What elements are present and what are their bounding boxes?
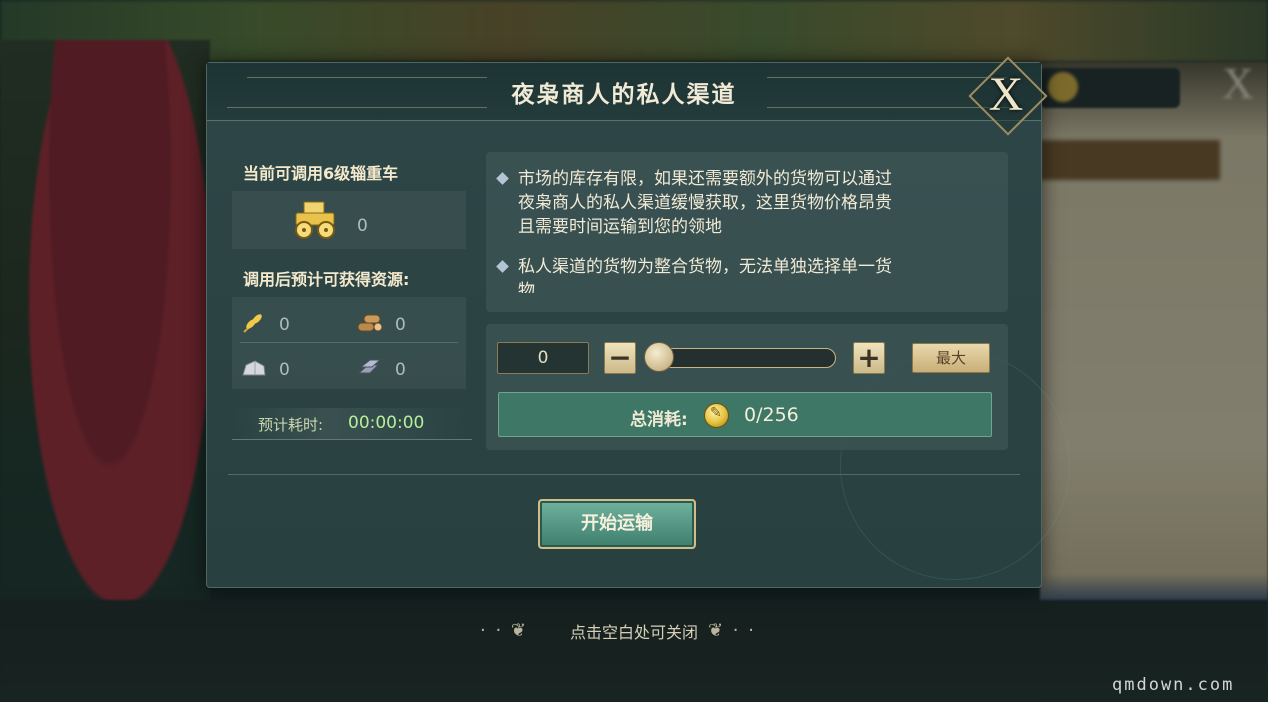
time-value: 00:00:00: [348, 413, 425, 433]
resources-label: 调用后预计可获得资源:: [243, 270, 410, 289]
divider: [228, 474, 1020, 475]
info-line: 且需要时间运输到您的领地: [518, 217, 722, 237]
stone-value: 0: [279, 360, 290, 380]
dialog-header: 夜枭商人的私人渠道: [207, 63, 1041, 121]
wheat-value: 0: [279, 315, 290, 335]
info-line: 市场的库存有限，如果还需要额外的货物可以通过: [518, 169, 892, 189]
plus-icon: +: [857, 341, 881, 374]
start-transport-button[interactable]: 开始运输: [538, 499, 696, 549]
gold-coin-icon: [704, 403, 729, 428]
wheat-icon: [243, 314, 262, 333]
iron-value: 0: [395, 360, 406, 380]
cart-panel: [232, 191, 466, 249]
resources-divider: [240, 342, 458, 343]
ornament-right-icon: ❦ · ·: [708, 620, 756, 641]
max-button[interactable]: 最大: [912, 343, 990, 373]
dismiss-hint: 点击空白处可关闭: [569, 623, 698, 642]
watermark: qmdown.com: [1112, 675, 1235, 695]
resources-panel: [232, 297, 466, 389]
plus-button[interactable]: +: [853, 342, 885, 374]
stone-icon: [242, 360, 266, 376]
time-label: 预计耗时:: [258, 416, 324, 434]
cost-label: 总消耗:: [630, 410, 688, 430]
info-line-scrolled: 物: [518, 281, 535, 293]
iron-icon: [357, 359, 382, 374]
minus-icon: −: [608, 341, 632, 374]
cart-label: 当前可调用6级辎重车: [243, 164, 399, 183]
cart-count: 0: [357, 216, 368, 236]
quantity-input[interactable]: 0: [497, 342, 589, 374]
wagon-icon: [295, 201, 335, 239]
close-icon: X: [988, 67, 1024, 121]
wood-value: 0: [395, 315, 406, 335]
dialog-title: 夜枭商人的私人渠道: [511, 82, 737, 108]
minus-button[interactable]: −: [604, 342, 636, 374]
quantity-slider[interactable]: [648, 348, 836, 368]
slider-handle[interactable]: [644, 342, 674, 372]
close-button[interactable]: X: [974, 64, 1038, 124]
cost-value: 0/256: [744, 404, 799, 426]
info-line: 夜枭商人的私人渠道缓慢获取，这里货物价格昂贵: [518, 193, 892, 213]
wood-icon: [357, 314, 382, 332]
info-line: 私人渠道的货物为整合货物，无法单独选择单一货: [518, 257, 892, 277]
